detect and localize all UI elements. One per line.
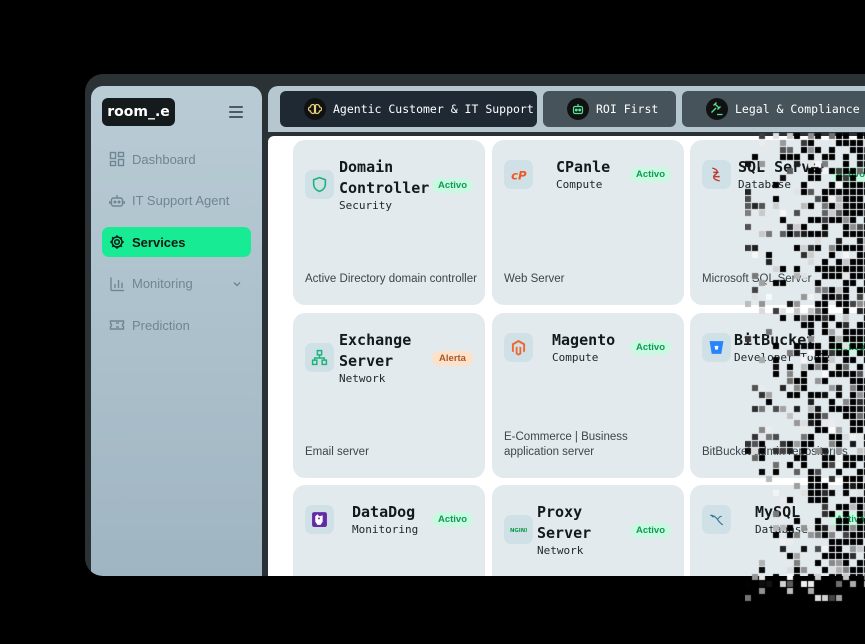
service-description: E-Commerce | Business application server [504,431,628,458]
service-title: Proxy Server [537,503,592,542]
sidebar-item-label: Dashboard [132,151,196,167]
service-title: MySQL [755,503,801,521]
service-title: Exchange Server [339,331,412,370]
robot-icon [109,194,125,207]
sidebar-item-label: Services [132,234,186,250]
status-badge: Activo [630,523,671,538]
app-window: room_.e Dashboard IT Support Agent Servi… [85,74,865,576]
tab-legal-compliance[interactable]: Legal & Compliance [682,91,865,127]
service-title: BitBucket [734,331,816,349]
service-card-cpanle[interactable]: cP CPanle Compute Activo Web Server [492,140,684,305]
service-title: SQL Server [738,158,829,176]
ticket-icon [109,320,125,330]
gear-icon [110,235,124,249]
status-badge: Activo [830,512,865,527]
status-badge: Activo [830,340,865,355]
sidebar-item-monitoring[interactable]: Monitoring [102,269,251,299]
dashboard-icon [109,151,125,167]
robot-icon [567,98,589,120]
sidebar-item-services[interactable]: Services [102,227,251,257]
service-category: Network [339,372,386,385]
service-title: Magento [552,331,616,349]
network-icon [305,343,334,372]
service-category: Database [738,178,791,191]
sidebar-item-prediction[interactable]: Prediction [102,310,251,340]
brain-icon [304,98,326,120]
datadog-icon [305,505,334,534]
svg-text:cP: cP [511,168,527,182]
service-card-magento[interactable]: Magento Compute Activo E-Commerce | Busi… [492,313,684,478]
service-category: Compute [552,351,599,364]
svg-text:NGINX: NGINX [510,528,527,534]
tab-label: ROI First [596,102,659,116]
agent-tabs-bar: Agentic Customer & IT Support ROI First … [268,86,865,132]
service-card-datadog[interactable]: DataDog Monitoring Activo [293,485,485,576]
service-description: Microsoft SQL Server [702,273,812,285]
service-description: BitBucket admin repositories [702,446,848,458]
sql-server-icon [702,160,731,189]
service-description: Active Directory domain controller [305,273,477,285]
gavel-icon [706,98,728,120]
status-badge: Activo [432,178,473,193]
service-description: Web Server [504,273,565,285]
shield-icon [305,170,334,199]
service-category: Developer Tools [734,351,834,364]
service-card-domain-controller[interactable]: Domain Controller Security Activo Active… [293,140,485,305]
service-card-proxy-server[interactable]: NGINX Proxy Server Network Activo [492,485,684,576]
status-badge: Activo [630,167,671,182]
services-grid: Domain Controller Security Activo Active… [268,136,865,576]
status-badge: Activo [432,512,473,527]
chevron-down-icon[interactable] [231,278,243,290]
bar-chart-icon [110,277,124,291]
status-badge: Activo [830,167,865,182]
service-card-bitbucket[interactable]: BitBucket Developer Tools Activo BitBuck… [690,313,865,478]
service-category: Network [537,544,584,557]
service-description: Email server [305,446,369,458]
hamburger-menu-icon[interactable] [229,106,243,120]
sidebar-nav: Dashboard IT Support Agent Services Moni… [102,144,251,352]
service-card-mysql[interactable]: MySQL Database Activo [690,485,865,576]
service-category: Database [755,523,808,536]
sidebar-item-label: Prediction [132,317,190,333]
status-badge: Alerta [432,351,473,366]
tab-roi-first[interactable]: ROI First [543,91,676,127]
logo[interactable]: room_.e [102,98,175,126]
service-category: Compute [556,178,603,191]
service-category: Security [339,199,392,212]
sidebar-item-it-support-agent[interactable]: IT Support Agent [102,186,251,216]
sidebar-item-label: Monitoring [132,276,193,291]
sidebar-item-label: IT Support Agent [132,193,230,208]
service-title: DataDog [352,503,416,521]
magento-icon [504,333,533,362]
sidebar-item-dashboard[interactable]: Dashboard [102,144,251,174]
sidebar: room_.e Dashboard IT Support Agent Servi… [91,86,262,576]
tab-agentic-customer-it-support[interactable]: Agentic Customer & IT Support [280,91,537,127]
cpanel-icon: cP [504,160,533,189]
nginx-icon: NGINX [504,515,533,544]
service-category: Monitoring [352,523,419,536]
tab-label: Legal & Compliance [735,102,860,116]
service-title: CPanle [556,158,611,176]
service-card-sql-server[interactable]: SQL Server Database Activo Microsoft SQL… [690,140,865,305]
service-card-exchange-server[interactable]: Exchange Server Network Alerta Email ser… [293,313,485,478]
tab-label: Agentic Customer & IT Support [333,102,534,116]
service-title: Domain Controller [339,158,430,197]
status-badge: Activo [630,340,671,355]
bitbucket-icon [702,333,731,362]
mysql-icon [702,505,731,534]
